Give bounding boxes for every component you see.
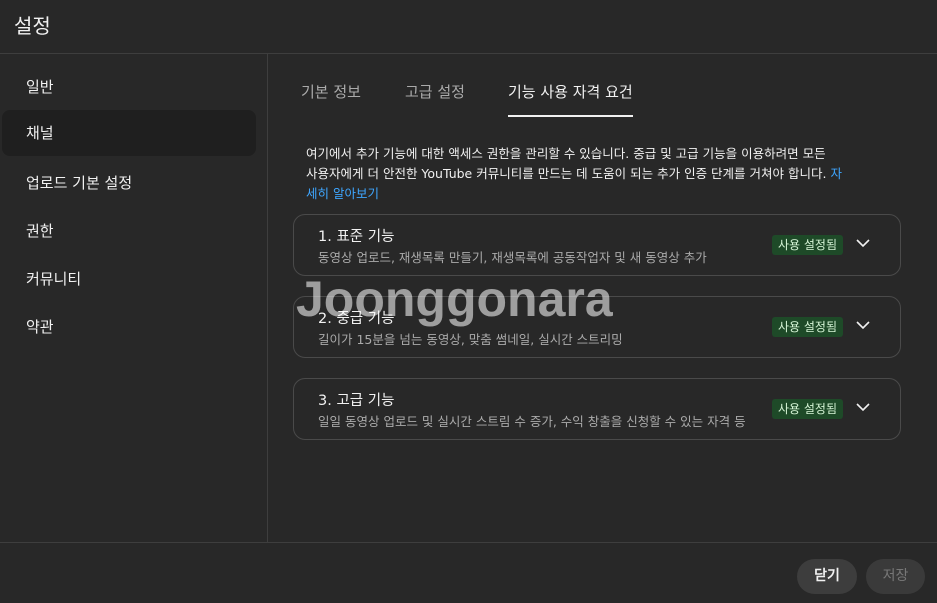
description: 여기에서 추가 기능에 대한 액세스 권한을 관리할 수 있습니다. 중급 및 … [306, 144, 896, 204]
feature-card-standard[interactable]: 1. 표준 기능 동영상 업로드, 재생목록 만들기, 재생목록에 공동작업자 … [293, 214, 901, 276]
feature-title: 1. 표준 기능 [318, 229, 395, 245]
tab-basic-info[interactable]: 기본 정보 [301, 81, 361, 117]
feature-subtitle: 길이가 15분을 넘는 동영상, 맞춤 썸네일, 실시간 스트리밍 [318, 332, 623, 347]
tab-advanced-settings[interactable]: 고급 설정 [405, 81, 465, 117]
status-badge: 사용 설정됨 [772, 399, 844, 419]
sidebar-item-general[interactable]: 일반 [2, 64, 256, 110]
status-badge: 사용 설정됨 [772, 317, 844, 337]
chevron-down-icon[interactable] [856, 320, 870, 330]
sidebar-item-upload-defaults[interactable]: 업로드 기본 설정 [2, 160, 256, 206]
dialog-footer: 닫기 저장 [0, 542, 937, 603]
description-line-2: 사용자에게 더 안전한 YouTube 커뮤니티를 만드는 데 도움이 되는 추… [306, 164, 896, 184]
close-button[interactable]: 닫기 [797, 559, 857, 594]
description-line-1: 여기에서 추가 기능에 대한 액세스 권한을 관리할 수 있습니다. 중급 및 … [306, 146, 826, 161]
feature-subtitle: 동영상 업로드, 재생목록 만들기, 재생목록에 공동작업자 및 새 동영상 추… [318, 250, 707, 265]
status-badge: 사용 설정됨 [772, 235, 844, 255]
learn-more-link-start[interactable]: 자 [830, 166, 842, 181]
page-title: 설정 [14, 14, 51, 38]
description-line-2-text: 사용자에게 더 안전한 YouTube 커뮤니티를 만드는 데 도움이 되는 추… [306, 166, 827, 181]
feature-subtitle: 일일 동영상 업로드 및 실시간 스트림 수 증가, 수익 창출을 신청할 수 … [318, 414, 746, 429]
tab-feature-eligibility[interactable]: 기능 사용 자격 요건 [508, 81, 633, 117]
sidebar-item-community[interactable]: 커뮤니티 [2, 256, 256, 302]
sidebar-item-agreements[interactable]: 약관 [2, 304, 256, 350]
save-button[interactable]: 저장 [866, 559, 925, 594]
chevron-down-icon[interactable] [856, 402, 870, 412]
feature-card-intermediate[interactable]: 2. 중급 기능 길이가 15분을 넘는 동영상, 맞춤 썸네일, 실시간 스트… [293, 296, 901, 358]
sidebar-item-permissions[interactable]: 권한 [2, 208, 256, 254]
sidebar: 일반 채널 업로드 기본 설정 권한 커뮤니티 약관 [0, 54, 268, 542]
feature-title: 3. 고급 기능 [318, 393, 395, 409]
feature-title: 2. 중급 기능 [318, 311, 395, 327]
main-panel: 기본 정보 고급 설정 기능 사용 자격 요건 여기에서 추가 기능에 대한 액… [269, 54, 937, 542]
chevron-down-icon[interactable] [856, 238, 870, 248]
sidebar-item-channel[interactable]: 채널 [2, 110, 256, 156]
feature-card-advanced[interactable]: 3. 고급 기능 일일 동영상 업로드 및 실시간 스트림 수 증가, 수익 창… [293, 378, 901, 440]
dialog-header: 설정 [0, 0, 937, 54]
learn-more-link[interactable]: 세히 알아보기 [306, 184, 896, 204]
